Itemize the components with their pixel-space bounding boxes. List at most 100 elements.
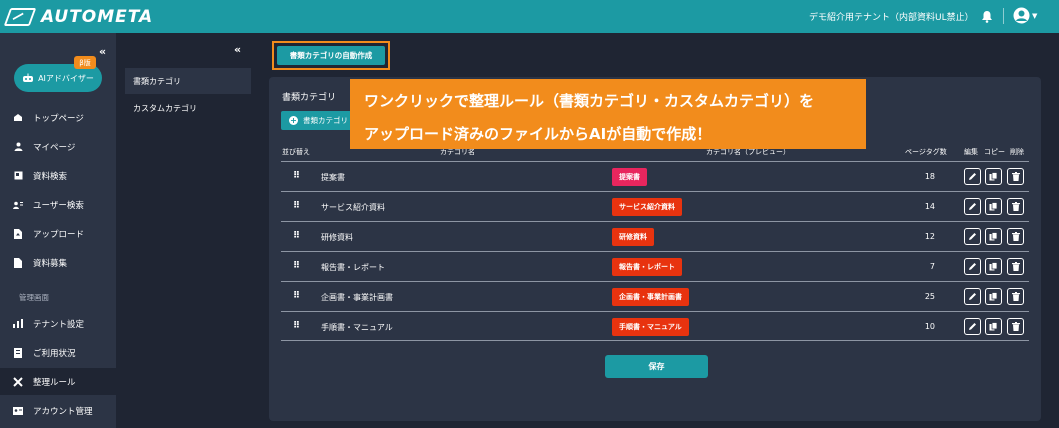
sidebar-item-upload[interactable]: アップロード	[0, 220, 116, 247]
delete-button[interactable]	[1007, 228, 1024, 245]
copy-button[interactable]	[985, 198, 1002, 215]
edit-button[interactable]	[964, 318, 981, 335]
sidebar-item-organize-rules[interactable]: 整理ルール	[0, 368, 116, 395]
drag-handle-icon[interactable]: ⠿	[293, 201, 300, 211]
user-menu-button[interactable]: ▼	[1013, 7, 1037, 24]
drag-handle-icon[interactable]: ⠿	[293, 321, 300, 331]
category-preview-badge: 報告書・レポート	[612, 258, 682, 276]
auto-create-category-button[interactable]: 書類カテゴリの自動作成	[277, 46, 385, 65]
sidebar-item-account-management[interactable]: アカウント管理	[0, 397, 116, 424]
edit-button[interactable]	[964, 198, 981, 215]
sidebar-item-label: ユーザー検索	[33, 200, 84, 211]
column-header-edit: 編集	[964, 148, 978, 156]
category-name: 企画書・事業計画書	[321, 293, 393, 302]
add-category-button[interactable]: + 書類カテゴリ	[281, 111, 359, 130]
copy-icon	[989, 262, 998, 271]
category-preview-badge: サービス紹介資料	[612, 198, 682, 216]
copy-button[interactable]	[985, 288, 1002, 305]
subnav-item-document-category[interactable]: 書類カテゴリ	[125, 68, 251, 94]
trash-icon	[1011, 292, 1020, 301]
delete-button[interactable]	[1007, 288, 1024, 305]
home-icon	[12, 113, 24, 122]
beta-badge: β版	[74, 56, 96, 69]
delete-button[interactable]	[1007, 168, 1024, 185]
delete-button[interactable]	[1007, 198, 1024, 215]
sidebar-item-label: アップロード	[33, 229, 85, 240]
sidebar-item-label: ご利用状況	[33, 348, 76, 359]
user-search-icon	[12, 201, 24, 209]
delete-button[interactable]	[1007, 258, 1024, 275]
pencil-icon	[969, 263, 976, 270]
edit-button[interactable]	[964, 288, 981, 305]
table-row: ⠿ 提案書 提案書 18	[281, 161, 1029, 191]
tag-count: 12	[924, 232, 935, 241]
category-preview-badge: 提案書	[612, 168, 647, 186]
sidebar-item-document-request[interactable]: 資料募集	[0, 249, 116, 276]
category-name: 手順書・マニュアル	[321, 323, 393, 332]
copy-button[interactable]	[985, 258, 1002, 275]
save-button[interactable]: 保存	[605, 355, 708, 378]
copy-icon	[989, 172, 998, 181]
ai-advisor-label: AIアドバイザー	[38, 73, 94, 83]
tag-count: 10	[924, 322, 935, 331]
category-preview-badge: 研修資料	[612, 228, 654, 246]
table-row: ⠿ 報告書・レポート 報告書・レポート 7	[281, 251, 1029, 281]
column-header-tag-count: ページタグ数	[905, 148, 947, 156]
table-row: ⠿ 研修資料 研修資料 12	[281, 221, 1029, 251]
trash-icon	[1011, 322, 1020, 331]
document-search-icon	[12, 171, 24, 180]
tools-icon	[12, 376, 24, 387]
sidebar-item-usage[interactable]: ご利用状況	[0, 339, 116, 366]
subbar-collapse-icon[interactable]: «	[234, 43, 241, 56]
sidebar-item-my-page[interactable]: マイページ	[0, 133, 116, 160]
sub-sidebar: « 書類カテゴリ カスタムカテゴリ	[116, 33, 251, 428]
logo-mark-icon	[3, 7, 37, 26]
edit-button[interactable]	[964, 228, 981, 245]
pencil-icon	[969, 203, 976, 210]
copy-button[interactable]	[985, 318, 1002, 335]
delete-button[interactable]	[1007, 318, 1024, 335]
callout-line-1: ワンクリックで整理ルール（書類カテゴリ・カスタムカテゴリ）を	[364, 92, 815, 110]
subnav-item-custom-category[interactable]: カスタムカテゴリ	[125, 95, 251, 121]
logo-text: AUTOMETA	[41, 6, 154, 27]
panel-title: 書類カテゴリ	[282, 93, 337, 103]
sidebar-item-label: テナント設定	[33, 319, 85, 330]
document-icon	[12, 257, 24, 268]
drag-handle-icon[interactable]: ⠿	[293, 291, 300, 301]
drag-handle-icon[interactable]: ⠿	[293, 261, 300, 271]
feature-callout: ワンクリックで整理ルール（書類カテゴリ・カスタムカテゴリ）を アップロード済みの…	[350, 79, 866, 149]
sidebar-item-tenant-settings[interactable]: テナント設定	[0, 310, 116, 337]
edit-button[interactable]	[964, 168, 981, 185]
edit-button[interactable]	[964, 258, 981, 275]
table-row: ⠿ 企画書・事業計画書 企画書・事業計画書 25	[281, 281, 1029, 311]
copy-button[interactable]	[985, 168, 1002, 185]
usage-icon	[12, 347, 24, 358]
table-row: ⠿ 手順書・マニュアル 手順書・マニュアル 10	[281, 311, 1029, 341]
trash-icon	[1011, 262, 1020, 271]
id-card-icon	[12, 406, 24, 415]
tenant-name[interactable]: デモ紹介用テナント（内部資料UL禁止）	[809, 10, 974, 23]
pencil-icon	[969, 233, 976, 240]
trash-icon	[1011, 172, 1020, 181]
sidebar-item-document-search[interactable]: 資料検索	[0, 162, 116, 189]
sidebar-item-user-search[interactable]: ユーザー検索	[0, 191, 116, 218]
sidebar-item-top-page[interactable]: トップページ	[0, 104, 116, 131]
copy-button[interactable]	[985, 228, 1002, 245]
header-divider	[1003, 8, 1004, 24]
bell-icon[interactable]	[980, 9, 994, 23]
logo[interactable]: AUTOMETA	[3, 6, 154, 27]
person-icon	[12, 142, 24, 151]
category-name: サービス紹介資料	[321, 203, 385, 212]
drag-handle-icon[interactable]: ⠿	[293, 171, 300, 181]
pencil-icon	[969, 323, 976, 330]
chevron-down-icon: ▼	[1032, 11, 1038, 20]
category-name: 提案書	[321, 173, 345, 182]
tag-count: 25	[924, 292, 935, 301]
sidebar-collapse-icon[interactable]: «	[99, 45, 106, 58]
sidebar-item-label: トップページ	[33, 113, 84, 124]
drag-handle-icon[interactable]: ⠿	[293, 231, 300, 241]
sidebar-item-label: 整理ルール	[33, 377, 76, 388]
copy-icon	[989, 232, 998, 241]
category-preview-badge: 手順書・マニュアル	[612, 318, 689, 336]
trash-icon	[1011, 202, 1020, 211]
